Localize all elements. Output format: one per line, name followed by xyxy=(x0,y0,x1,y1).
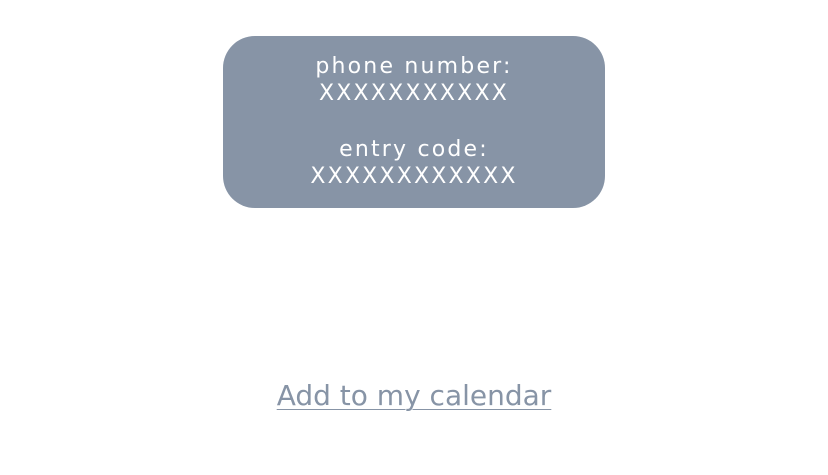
calendar-link-container: Add to my calendar xyxy=(0,376,828,416)
phone-number-value: XXXXXXXXXXX xyxy=(319,81,509,106)
entry-code-value: XXXXXXXXXXXX xyxy=(310,164,518,189)
add-to-calendar-link[interactable]: Add to my calendar xyxy=(277,379,552,412)
entry-code-label: entry code: xyxy=(339,137,489,162)
phone-number-label: phone number: xyxy=(315,54,513,79)
dial-in-info-card: phone number: XXXXXXXXXXX entry code: XX… xyxy=(223,36,605,208)
page: phone number: XXXXXXXXXXX entry code: XX… xyxy=(0,0,828,475)
